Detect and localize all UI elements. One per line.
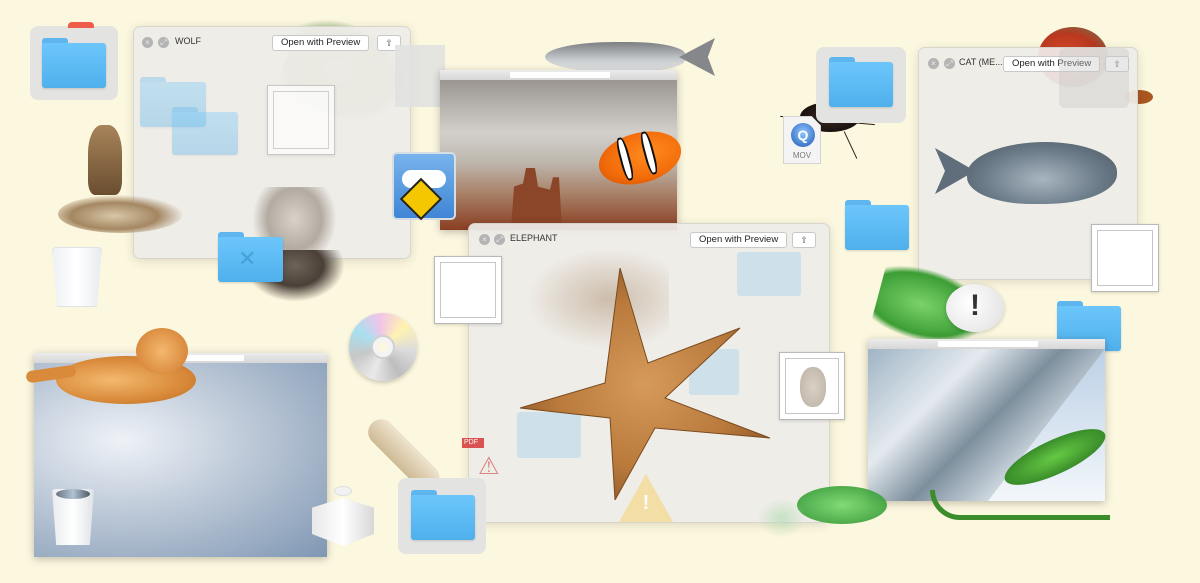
glass-cup-icon (52, 247, 102, 307)
folder-icon (411, 490, 475, 540)
x-glyph-icon: ✕ (238, 246, 257, 271)
green-lizard-image (930, 410, 1120, 530)
trash-full-icon[interactable] (52, 489, 94, 545)
quicklook-titlebar: × ⤢ WOLF Open with Preview ⇧ (134, 27, 410, 57)
address-bar[interactable] (938, 341, 1038, 347)
exclamation-glyph: ! (970, 289, 980, 322)
document-thumbnail[interactable] (434, 256, 502, 324)
share-icon[interactable]: ⇧ (792, 232, 816, 248)
red-tag (68, 22, 94, 28)
acrobat-logo-icon: ⚠ (478, 453, 500, 480)
starfish-image (519, 267, 771, 502)
cd-disc-icon[interactable] (349, 313, 417, 381)
starfish-shape (519, 267, 771, 502)
carp-fish-image (935, 138, 1120, 208)
folder-utilities-icon[interactable]: ✕ (218, 232, 283, 282)
cobra-image (58, 125, 183, 235)
folder-tile-top-left[interactable] (30, 22, 118, 100)
pdf-label: PDF (462, 438, 484, 448)
mov-label: MOV (792, 151, 812, 160)
window-toolbar (440, 70, 677, 86)
clownfish-image (590, 122, 690, 194)
alert-bubble-icon: ! (946, 284, 1004, 332)
open-with-preview-button[interactable]: Open with Preview (272, 35, 370, 51)
photo-booth-camera-faded (1059, 48, 1129, 108)
quicklook-title: WOLF (175, 36, 201, 46)
fullscreen-icon[interactable]: ⤢ (944, 58, 955, 69)
public-drive-icon[interactable] (392, 152, 456, 222)
tree-frog-image (757, 478, 902, 550)
document-thumbnail (267, 85, 335, 155)
plugin-cube-icon (310, 484, 376, 550)
folder-tile-bottom[interactable] (398, 478, 486, 554)
owl-image (800, 367, 826, 407)
open-with-preview-button[interactable]: Open with Preview (690, 232, 788, 248)
document-thumbnail[interactable] (1091, 224, 1159, 292)
folder-icon[interactable] (845, 200, 909, 250)
owl-thumbnail[interactable] (779, 352, 845, 420)
close-icon[interactable]: × (928, 58, 939, 69)
window-toolbar (868, 339, 1105, 355)
address-bar[interactable] (510, 72, 610, 78)
folder-tile-top-right[interactable] (816, 47, 906, 123)
fullscreen-icon[interactable]: ⤢ (158, 37, 169, 48)
close-icon[interactable]: × (479, 234, 490, 245)
quicktime-logo-icon: Q (791, 123, 815, 147)
orange-cat-image (25, 326, 206, 416)
fullscreen-icon[interactable]: ⤢ (494, 234, 505, 245)
quicklook-title: CAT (ME... (959, 57, 1003, 67)
mov-file-icon[interactable]: Q MOV (783, 116, 821, 164)
folder-icon (42, 38, 106, 88)
close-icon[interactable]: × (142, 37, 153, 48)
folder-icon (829, 57, 893, 107)
quicklook-title: ELEPHANT (510, 233, 558, 243)
window-fragment (395, 45, 445, 107)
